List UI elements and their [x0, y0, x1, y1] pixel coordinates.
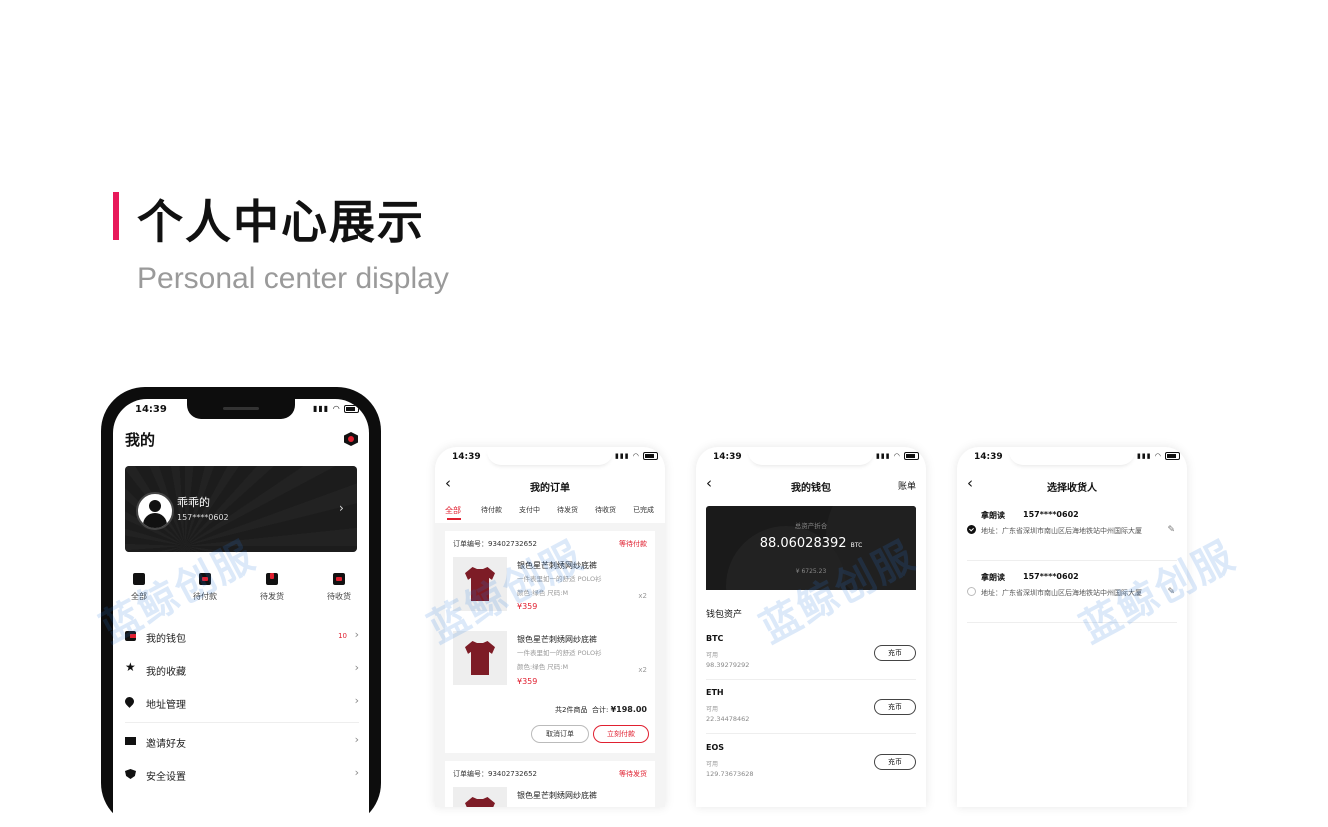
wifi-icon: ◠: [332, 404, 341, 413]
battery-icon: [1165, 452, 1181, 460]
location-icon: [123, 695, 136, 708]
radio-icon[interactable]: [967, 587, 976, 596]
bill-link[interactable]: 账单: [898, 479, 916, 492]
phone-notch: [1009, 447, 1135, 465]
order-status: 等待付款: [619, 540, 647, 548]
status-icons: ▮▮▮ ◠: [876, 452, 920, 460]
chevron-right-icon: ›: [354, 694, 359, 707]
receiver-name: 拿朗读: [981, 573, 1005, 582]
status-time: 14:39: [713, 452, 742, 462]
summary-count: 共2件商品: [555, 706, 588, 714]
menu-item-favorites[interactable]: ★ 我的收藏 ›: [125, 660, 359, 680]
cancel-order-button[interactable]: 取消订单: [531, 725, 589, 743]
phone-select-receiver: 14:39 ▮▮▮ ◠ ‹ 选择收货人 拿朗读 157****0602 地址：广…: [957, 447, 1187, 807]
chevron-right-icon: ›: [354, 766, 359, 779]
total-assets-label: 总资产折合: [794, 522, 828, 530]
receiver-phone: 157****0602: [1023, 572, 1079, 581]
active-tab-indicator: [447, 518, 461, 520]
phone-notch: [748, 447, 874, 465]
page-subtitle: Personal center display: [137, 262, 449, 295]
radio-selected-icon[interactable]: [967, 525, 976, 534]
signal-icon: ▮▮▮: [313, 404, 330, 413]
status-icons: ▮▮▮ ◠: [313, 404, 360, 413]
menu-item-address[interactable]: 地址管理 ›: [123, 693, 359, 713]
product-qty: x2: [638, 666, 647, 674]
receiver-name: 拿朗读: [981, 511, 1005, 520]
battery-icon: [344, 404, 360, 413]
profile-name: 乖乖的: [177, 496, 210, 509]
order-status: 等待发货: [619, 770, 647, 778]
tab-pending-receipt[interactable]: 待收货: [595, 505, 616, 515]
receiver-address: 地址：广东省深圳市南山区后海地铁站中州国际大厦: [981, 527, 1142, 535]
shield-icon: [125, 769, 136, 779]
phone-notch: [487, 447, 613, 465]
star-icon: ★: [125, 660, 136, 674]
status-icons: ▮▮▮ ◠: [615, 452, 659, 460]
deposit-button[interactable]: 充币: [874, 699, 916, 715]
product-qty: x2: [638, 592, 647, 600]
deposit-button[interactable]: 充币: [874, 754, 916, 770]
page-title: 个人中心展示: [137, 195, 425, 249]
chevron-right-icon: ›: [354, 733, 359, 746]
product-price: ¥359: [517, 677, 538, 686]
profile-phone: 157****0602: [177, 513, 229, 522]
tab-completed[interactable]: 已完成: [633, 505, 654, 515]
shirt-image: [465, 641, 495, 675]
tab-pending-payment[interactable]: 待付款: [481, 505, 502, 515]
screen-title: 我的钱包: [791, 483, 831, 494]
product-spec: 颜色:绿色 尺码:M: [517, 663, 569, 671]
tab-paying[interactable]: 支付中: [519, 505, 540, 515]
status-time: 14:39: [974, 452, 1003, 462]
coin-divider: [706, 679, 916, 680]
battery-icon: [904, 452, 920, 460]
chevron-right-icon: ›: [354, 628, 359, 641]
status-icons: ▮▮▮ ◠: [1137, 452, 1181, 460]
menu-item-security[interactable]: 安全设置 ›: [125, 765, 359, 785]
edit-icon[interactable]: ✎: [1167, 525, 1175, 535]
pay-now-button[interactable]: 立刻付款: [593, 725, 649, 743]
menu-divider: [125, 722, 359, 723]
coin-divider: [706, 733, 916, 734]
chevron-right-icon: ›: [354, 661, 359, 674]
screen-title: 选择收货人: [1047, 483, 1097, 494]
menu-item-invite[interactable]: 邀请好友 ›: [125, 732, 359, 752]
truck-icon: [333, 573, 345, 585]
package-icon: [266, 573, 278, 585]
product-desc: 一件表里如一的舒适 POLO衫: [517, 649, 602, 657]
accent-bar: [113, 192, 119, 240]
avatar[interactable]: [136, 492, 174, 530]
wallet-assets-heading: 钱包资产: [706, 610, 743, 620]
screen-title: 我的订单: [530, 483, 570, 494]
order-number: 订单编号：93402732652: [453, 770, 537, 778]
chevron-right-icon: ›: [339, 501, 344, 515]
order-summary: 共2件商品 合计: ¥198.00: [555, 705, 647, 715]
deposit-button[interactable]: 充币: [874, 645, 916, 661]
phone-notch: [187, 399, 295, 419]
product-name: 银色星芒刺绣网纱底裤: [517, 635, 597, 644]
summary-total: ¥198.00: [610, 705, 647, 714]
status-time: 14:39: [452, 452, 481, 462]
screen-title: 我的: [125, 431, 156, 449]
tab-pending-shipment[interactable]: 待发货: [557, 505, 578, 515]
receiver-phone: 157****0602: [1023, 510, 1079, 519]
mail-icon: [125, 737, 136, 745]
summary-total-label: 合计:: [591, 706, 609, 714]
product-image[interactable]: [453, 787, 507, 807]
battery-icon: [643, 452, 659, 460]
order-card[interactable]: 订单编号：93402732652 等待发货 银色星芒刺绣网纱底裤: [445, 761, 655, 807]
status-time: 14:39: [135, 404, 167, 415]
tab-all[interactable]: 全部: [445, 505, 461, 516]
hexagon-settings-icon[interactable]: [344, 432, 358, 446]
wallet-count-badge: 10: [338, 632, 347, 640]
product-name: 银色星芒刺绣网纱底裤: [517, 791, 597, 800]
